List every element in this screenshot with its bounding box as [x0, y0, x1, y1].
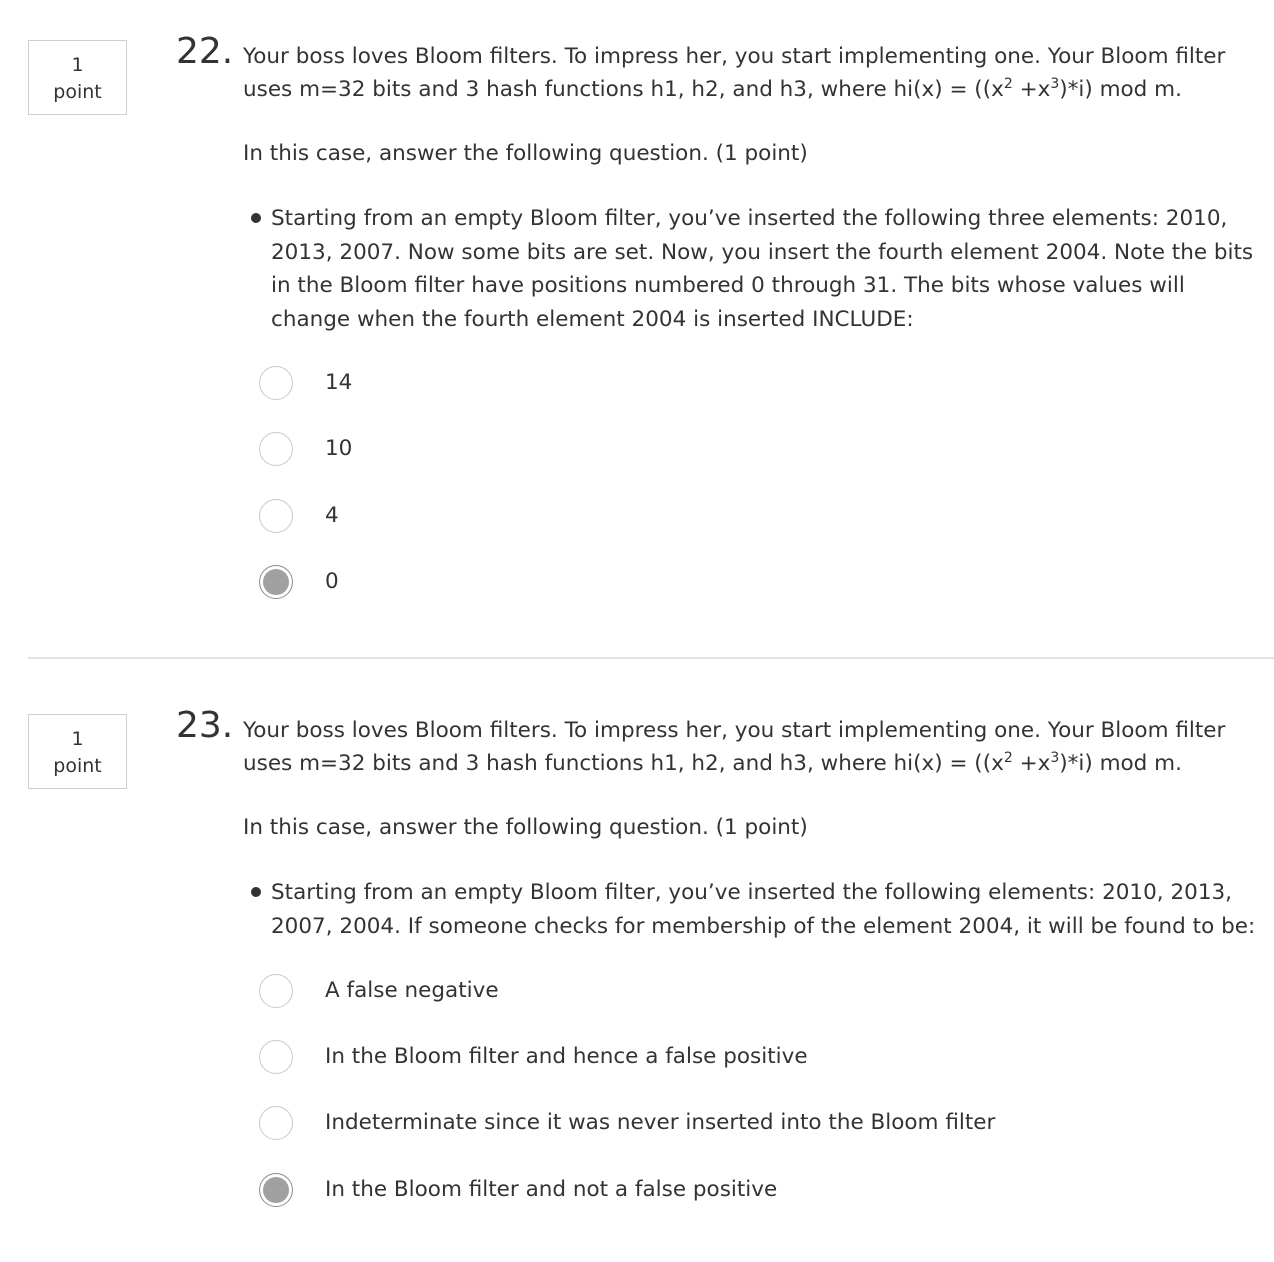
points-unit: point — [53, 81, 102, 103]
question-divider — [28, 657, 1274, 659]
bullet-line: Starting from an empty Bloom filter, you… — [271, 206, 1228, 231]
option-label[interactable]: 10 — [325, 433, 352, 465]
bullet-line: 2007, 2004. If someone checks for member… — [271, 913, 1256, 939]
option-label[interactable]: A false negative — [325, 975, 499, 1007]
radio-button[interactable] — [259, 1106, 293, 1140]
radio-button[interactable] — [259, 1040, 293, 1074]
answer-option-indeterminate[interactable]: Indeterminate since it was never inserte… — [259, 1106, 1159, 1142]
prompt-text: uses m=32 bits and 3 hash functions h1, … — [243, 77, 1004, 102]
points-value: 1 — [71, 54, 84, 76]
bullet-line: in the Bloom filter have positions numbe… — [271, 273, 1185, 298]
instruction-text: In this case, answer the following quest… — [243, 141, 808, 166]
question-22: 1 point 22. Your boss loves Bloom filter… — [0, 0, 1274, 640]
superscript: 3 — [1050, 76, 1060, 92]
radio-button[interactable] — [259, 432, 293, 466]
bullet-line: Starting from an empty Bloom filter, you… — [271, 880, 1233, 905]
points-badge: 1 point — [28, 714, 127, 789]
instruction-text: In this case, answer the following quest… — [243, 815, 808, 840]
prompt-text: +x — [1012, 751, 1051, 776]
option-label[interactable]: In the Bloom filter and hence a false po… — [325, 1041, 808, 1073]
prompt-line-2: uses m=32 bits and 3 hash functions h1, … — [243, 747, 1243, 780]
points-unit: point — [53, 755, 102, 777]
question-number: 23. — [176, 705, 234, 746]
prompt-line-2: uses m=32 bits and 3 hash functions h1, … — [243, 73, 1243, 106]
option-label[interactable]: 0 — [325, 566, 339, 598]
question-prompt: Your boss loves Bloom filters. To impres… — [243, 714, 1243, 780]
bullet-dot-icon — [251, 213, 261, 223]
bullet-question-text: Starting from an empty Bloom filter, you… — [271, 202, 1254, 336]
superscript: 3 — [1050, 750, 1060, 766]
superscript: 2 — [1003, 750, 1013, 766]
answer-option-false-negative[interactable]: A false negative — [259, 974, 1159, 1010]
prompt-text: )*i) mod m. — [1059, 77, 1182, 102]
option-label[interactable]: Indeterminate since it was never inserte… — [325, 1107, 995, 1139]
answer-option-0[interactable]: 0 — [259, 565, 1159, 601]
question-23: 1 point 23. Your boss loves Bloom filter… — [0, 674, 1274, 1262]
bullet-question-text: Starting from an empty Bloom filter, you… — [271, 876, 1256, 943]
prompt-line-1: Your boss loves Bloom filters. To impres… — [243, 44, 1226, 69]
prompt-text: )*i) mod m. — [1059, 751, 1182, 776]
prompt-text: +x — [1012, 77, 1051, 102]
bullet-line: change when the fourth element 2004 is i… — [271, 306, 914, 332]
answer-option-10[interactable]: 10 — [259, 432, 1159, 468]
radio-button[interactable] — [259, 1173, 293, 1207]
radio-button[interactable] — [259, 499, 293, 533]
answer-option-not-false-positive[interactable]: In the Bloom filter and not a false posi… — [259, 1173, 1159, 1209]
answer-option-4[interactable]: 4 — [259, 499, 1159, 535]
bullet-line: 2013, 2007. Now some bits are set. Now, … — [271, 239, 1254, 265]
bullet-dot-icon — [251, 887, 261, 897]
option-label[interactable]: 14 — [325, 367, 352, 399]
question-prompt: Your boss loves Bloom filters. To impres… — [243, 40, 1243, 106]
answer-option-14[interactable]: 14 — [259, 366, 1159, 402]
question-number: 22. — [176, 31, 234, 72]
points-value: 1 — [71, 728, 84, 750]
prompt-line-1: Your boss loves Bloom filters. To impres… — [243, 718, 1226, 743]
option-label[interactable]: 4 — [325, 500, 339, 532]
prompt-text: uses m=32 bits and 3 hash functions h1, … — [243, 751, 1004, 776]
radio-button[interactable] — [259, 366, 293, 400]
points-badge: 1 point — [28, 40, 127, 115]
radio-button[interactable] — [259, 565, 293, 599]
answer-option-false-positive[interactable]: In the Bloom filter and hence a false po… — [259, 1040, 1159, 1076]
radio-button[interactable] — [259, 974, 293, 1008]
superscript: 2 — [1003, 76, 1013, 92]
option-label[interactable]: In the Bloom filter and not a false posi… — [325, 1174, 777, 1206]
